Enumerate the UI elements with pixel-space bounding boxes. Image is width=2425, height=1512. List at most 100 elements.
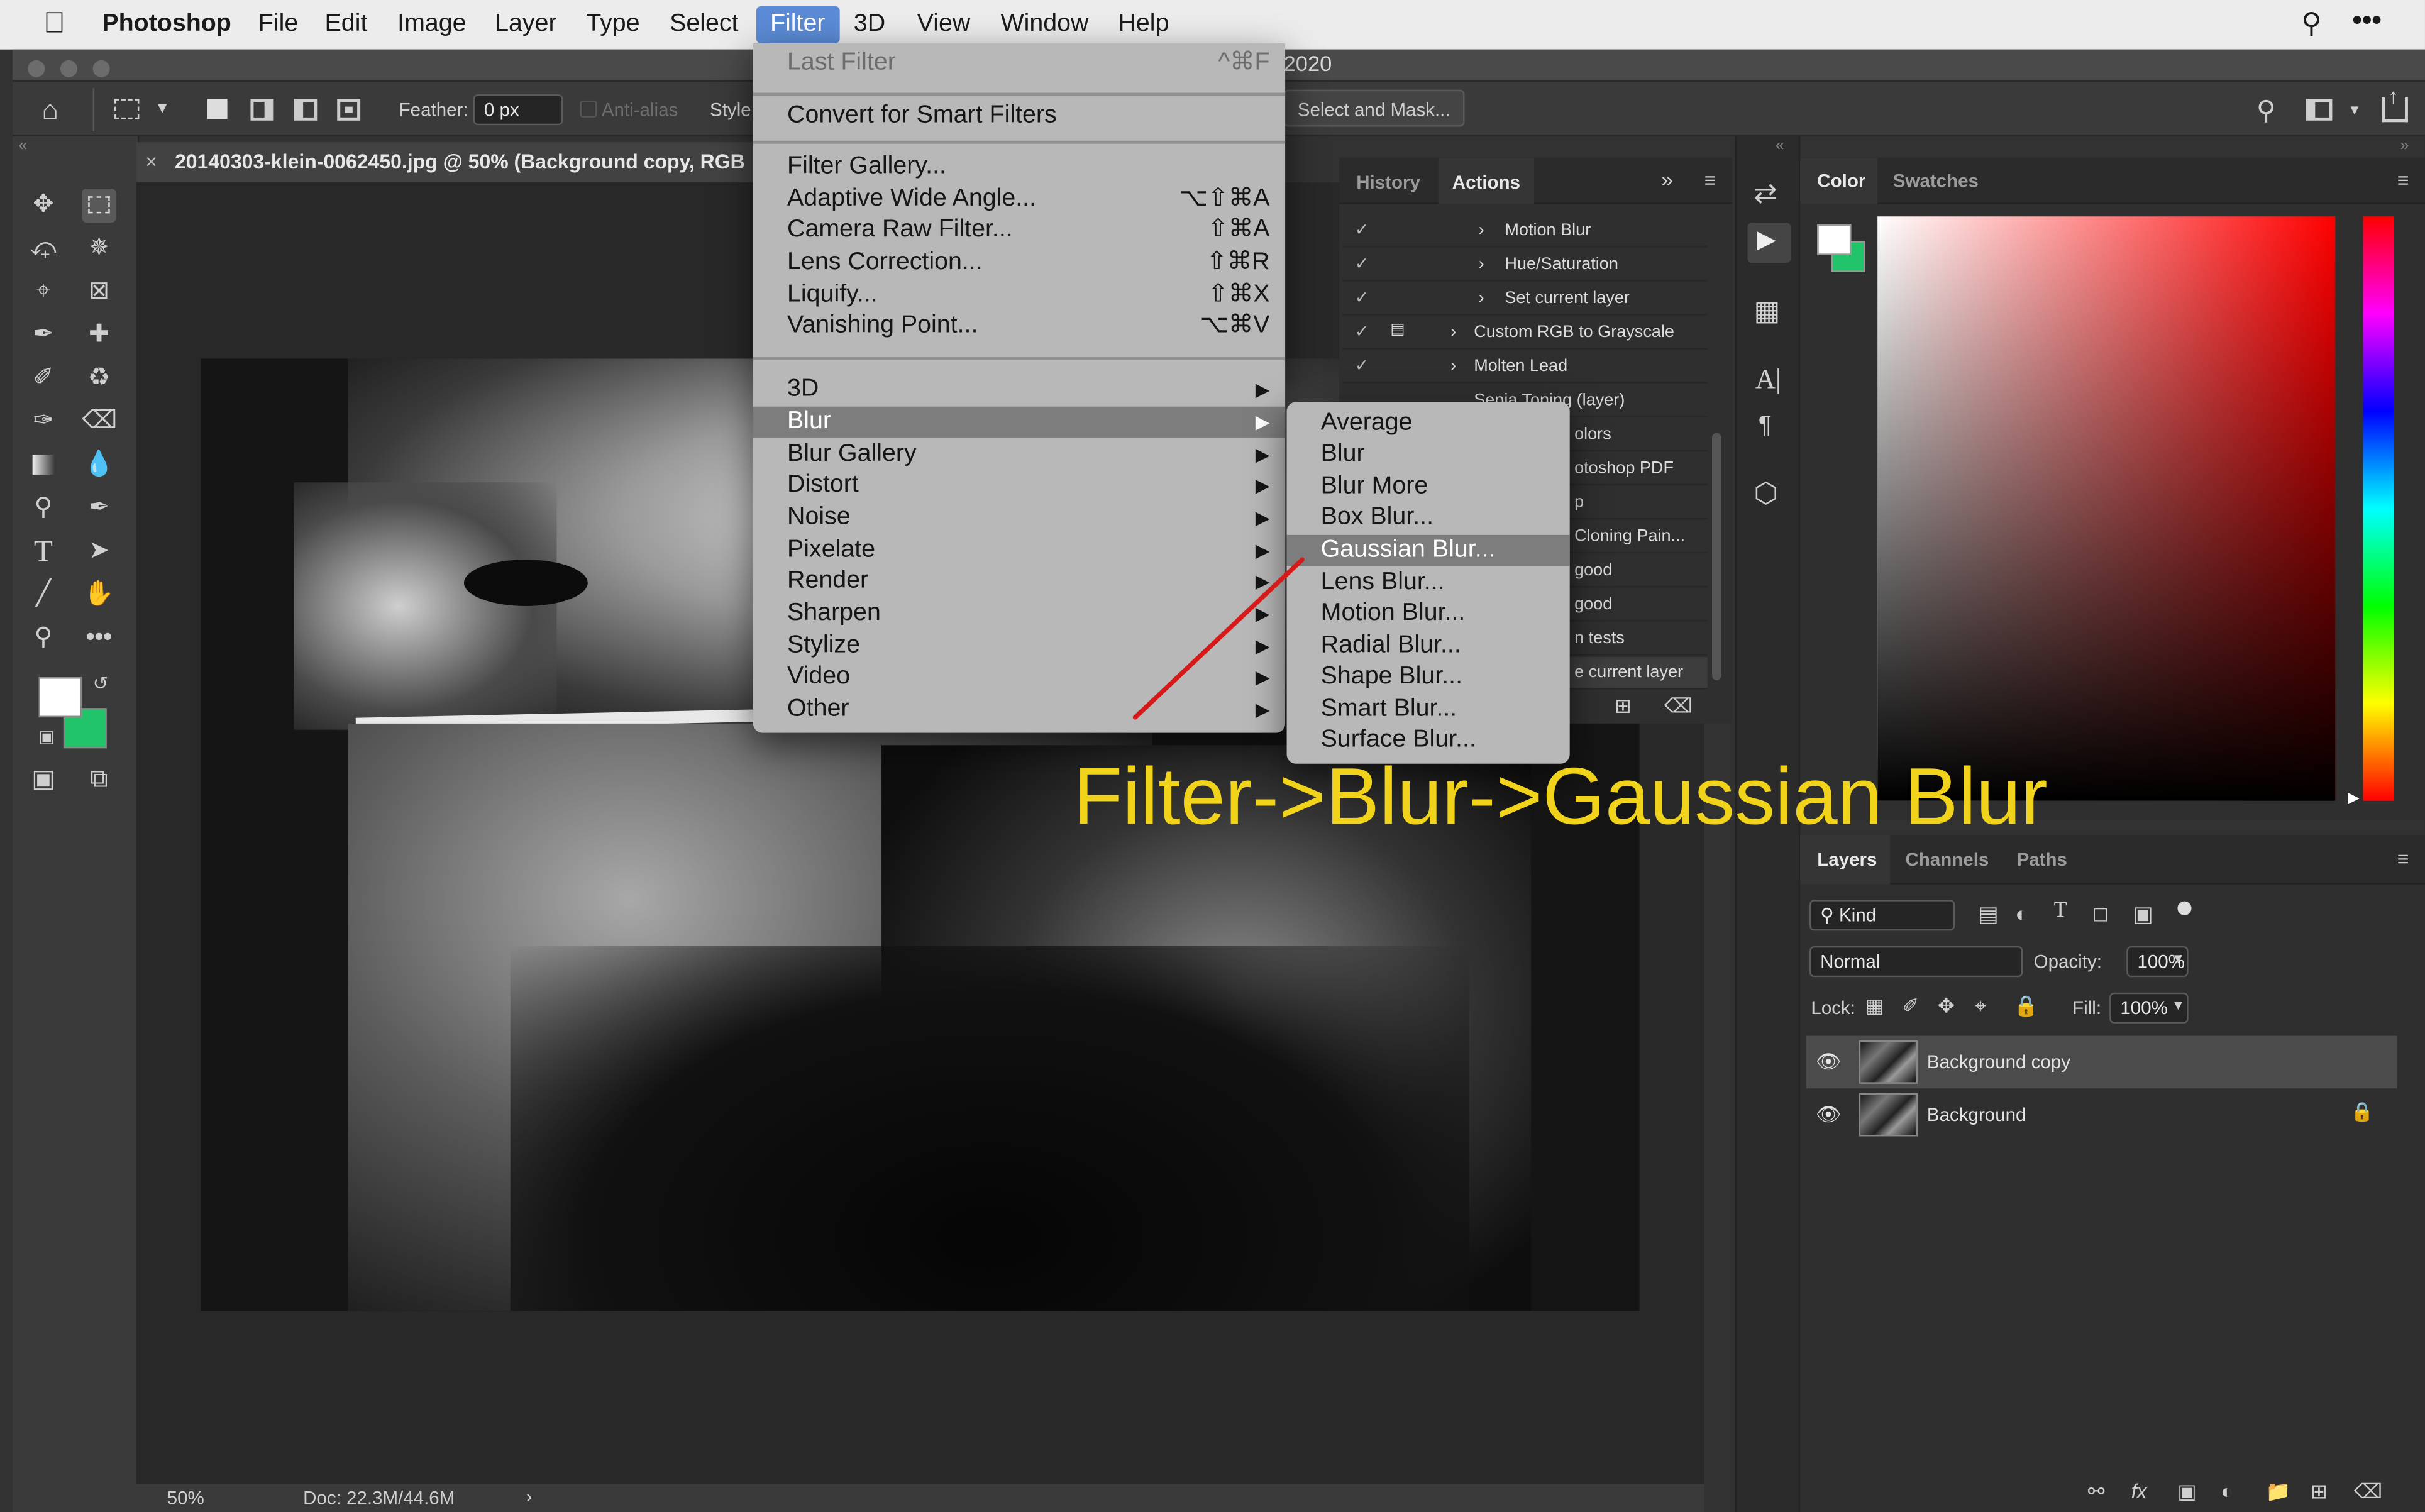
lasso-tool-icon[interactable]: ⤽ [26, 232, 60, 266]
menu-window[interactable]: Window [1000, 11, 1088, 38]
lock-position-icon[interactable]: ✥ [1938, 996, 1955, 1016]
crop-tool-icon[interactable]: ⌖ [26, 275, 60, 309]
type-tool-icon[interactable]: T [26, 535, 60, 569]
panel-menu-icon[interactable]: ≡ [2397, 849, 2409, 869]
visibility-eye-icon[interactable]: 👁 [1816, 1050, 1842, 1074]
delete-layer-icon[interactable]: ⌫ [2354, 1481, 2382, 1501]
check-icon[interactable]: ✓ [1355, 253, 1369, 274]
pixel-filter-icon[interactable]: ▤ [1978, 903, 1999, 924]
adjustment-layer-icon[interactable]: ◐ [2221, 1481, 2233, 1501]
lock-all-icon[interactable]: 🔒 [2014, 996, 2039, 1016]
character-panel-icon[interactable]: A| [1755, 365, 1781, 392]
anti-alias-checkbox[interactable] [580, 100, 597, 118]
document-tab[interactable]: × 20140303-klein-0062450.jpg @ 50% (Back… [136, 142, 755, 183]
color-field[interactable] [1877, 216, 2336, 801]
lock-transparent-icon[interactable]: ▦ [1865, 996, 1884, 1016]
chevron-right-icon[interactable]: › [1479, 255, 1484, 274]
menu-file[interactable]: File [258, 11, 298, 38]
check-icon[interactable]: ✓ [1355, 356, 1369, 376]
visibility-eye-icon[interactable]: 👁 [1816, 1102, 1842, 1127]
line-tool-icon[interactable]: ╱ [26, 578, 60, 612]
panel-menu-icon[interactable]: ≡ [1704, 170, 1716, 190]
3d-panel-icon[interactable]: ⬡ [1754, 479, 1778, 507]
minimize-window-button[interactable] [60, 60, 77, 77]
menu-item-noise[interactable]: Noise ▶ [753, 502, 1285, 533]
menu-item-lens-correction[interactable]: Lens Correction... ⇧⌘R [753, 247, 1285, 278]
menu-item-camera-raw[interactable]: Camera Raw Filter... ⇧⌘A [753, 215, 1285, 246]
tab-actions[interactable]: Actions [1452, 172, 1520, 193]
menu-item-blur-more[interactable]: Blur More [1287, 472, 1570, 502]
shape-filter-icon[interactable]: □ [2094, 903, 2107, 924]
healing-brush-icon[interactable]: ✚ [82, 319, 116, 353]
chevron-down-icon[interactable]: ▼ [2348, 103, 2361, 118]
marquee-preset-icon[interactable] [114, 99, 140, 119]
history-panel-icon[interactable]: ⇄ [1754, 179, 1777, 207]
check-icon[interactable]: ✓ [1355, 287, 1369, 308]
new-action-icon[interactable]: ⊞ [1615, 696, 1632, 716]
blur-tool-icon[interactable]: 💧 [82, 448, 116, 482]
action-row[interactable]: ✓ › Motion Blur [1342, 215, 1708, 248]
filter-toggle-icon[interactable] [2177, 901, 2192, 915]
hue-slider[interactable] [2363, 216, 2394, 801]
delete-action-icon[interactable]: ⌫ [1664, 696, 1693, 716]
menu-layer[interactable]: Layer [495, 11, 556, 38]
tab-layers[interactable]: Layers [1817, 849, 1877, 870]
menu-select[interactable]: Select [670, 11, 738, 38]
more-icon[interactable]: ••• [2352, 4, 2382, 37]
status-expand-icon[interactable]: › [526, 1486, 532, 1507]
chevron-right-icon[interactable]: › [1479, 221, 1484, 240]
layer-name[interactable]: Background [1927, 1104, 2026, 1125]
menu-item-box-blur[interactable]: Box Blur... [1287, 502, 1570, 533]
action-set-row[interactable]: ✓ › Molten Lead [1342, 351, 1708, 384]
chevron-right-icon[interactable]: › [1450, 357, 1456, 376]
kind-filter-dropdown[interactable]: ⚲ Kind [1809, 900, 1955, 931]
lock-image-icon[interactable]: ✐ [1903, 996, 1920, 1016]
screen-mode-icon[interactable]: ⧉ [82, 764, 116, 798]
dodge-tool-icon[interactable]: ⚲ [26, 492, 60, 526]
default-colors-icon[interactable]: ▣ [38, 729, 55, 747]
path-select-icon[interactable]: ➤ [82, 535, 116, 569]
check-icon[interactable]: ✓ [1355, 219, 1369, 240]
menu-item-distort[interactable]: Distort ▶ [753, 470, 1285, 501]
menu-item-blur[interactable]: Blur [1287, 439, 1570, 470]
menu-filter[interactable]: Filter [756, 6, 839, 43]
menu-edit[interactable]: Edit [325, 11, 368, 38]
search-icon[interactable]: ⚲ [2257, 97, 2276, 124]
quick-mask-icon[interactable]: ▣ [26, 764, 60, 798]
menu-view[interactable]: View [917, 11, 971, 38]
frame-tool-icon[interactable]: ⊠ [82, 275, 116, 309]
edit-toolbar-icon[interactable]: ••• [82, 622, 116, 656]
menu-item-3d[interactable]: 3D ▶ [753, 374, 1285, 405]
foreground-color-chip[interactable] [1817, 224, 1852, 255]
menu-item-convert-smart[interactable]: Convert for Smart Filters [753, 101, 1285, 131]
menu-item-blur[interactable]: Blur ▶ [753, 406, 1286, 438]
tab-channels[interactable]: Channels [1905, 849, 1989, 870]
new-selection-icon[interactable] [207, 99, 228, 119]
new-layer-icon[interactable]: ⊞ [2311, 1481, 2328, 1501]
menu-item-vanishing-point[interactable]: Vanishing Point... ⌥⌘V [753, 311, 1285, 341]
layer-row-background[interactable]: 👁 Background 🔒 [1806, 1088, 2397, 1141]
stamp-tool-icon[interactable]: ♻ [82, 361, 116, 395]
tab-swatches[interactable]: Swatches [1893, 170, 1979, 192]
type-filter-icon[interactable]: T [2054, 900, 2067, 923]
chevron-down-icon[interactable]: ▼ [155, 101, 170, 118]
move-tool-icon[interactable]: ✥ [26, 189, 60, 223]
fx-icon[interactable]: fx [2131, 1481, 2147, 1501]
menu-item-adaptive-wide-angle[interactable]: Adaptive Wide Angle... ⌥⇧⌘A [753, 184, 1285, 215]
marquee-tool-icon[interactable] [82, 189, 116, 223]
swap-colors-icon[interactable]: ↺ [93, 674, 109, 693]
chevron-down-icon[interactable]: ▼ [2172, 952, 2185, 966]
collapse-icon[interactable]: » [2400, 138, 2409, 155]
menu-image[interactable]: Image [397, 11, 466, 38]
brush-tool-icon[interactable]: ✐ [26, 361, 60, 395]
hand-tool-icon[interactable]: ✋ [82, 578, 116, 612]
collapse-icon[interactable]: « [19, 138, 28, 155]
menu-item-average[interactable]: Average [1287, 408, 1570, 439]
actions-scrollbar[interactable] [1711, 433, 1721, 681]
app-menu[interactable]: Photoshop [102, 11, 231, 38]
tab-paths[interactable]: Paths [2017, 849, 2067, 870]
panel-menu-icon[interactable]: ≡ [2397, 170, 2409, 190]
chevron-right-icon[interactable]: › [1450, 323, 1456, 342]
link-layers-icon[interactable]: ⚯ [2088, 1481, 2105, 1501]
tab-history[interactable]: History [1356, 172, 1420, 193]
